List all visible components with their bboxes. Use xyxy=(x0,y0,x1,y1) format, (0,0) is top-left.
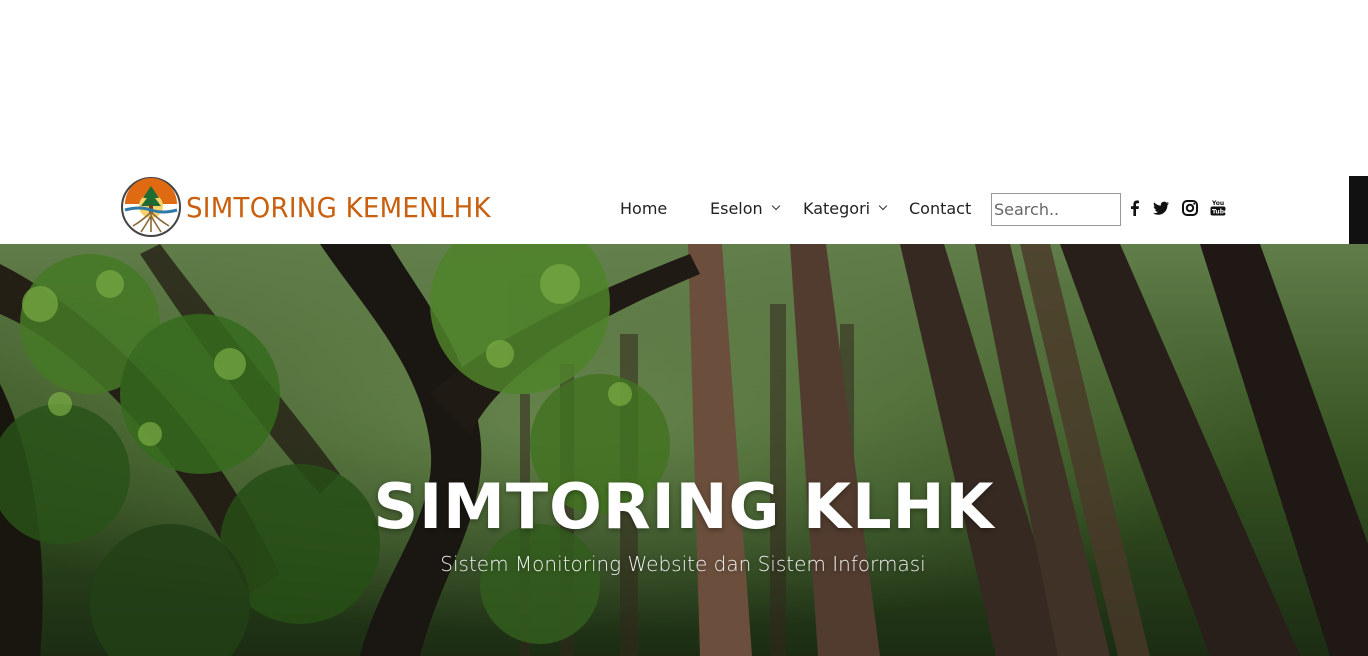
youtube-icon[interactable]: You Tube xyxy=(1209,199,1227,217)
hero-subtitle: Sistem Monitoring Website dan Sistem Inf… xyxy=(440,552,926,576)
hero-title: SIMTORING KLHK xyxy=(373,470,995,543)
facebook-icon[interactable] xyxy=(1126,199,1144,217)
nav-eselon[interactable]: Eselon xyxy=(710,199,780,218)
chevron-down-icon xyxy=(771,201,780,211)
forest-background-image xyxy=(0,244,1368,656)
svg-text:You: You xyxy=(1211,200,1224,207)
hero-banner: SIMTORING KLHK Sistem Monitoring Website… xyxy=(0,244,1368,656)
nav-home-label: Home xyxy=(620,199,668,218)
nav-home[interactable]: Home xyxy=(620,199,667,218)
main-nav: Home Eselon Kategori Contact You Tube xyxy=(0,176,1349,242)
top-blank-area xyxy=(0,0,1368,176)
site-header: SIMTORING KEMENLHK Home Eselon Kategori … xyxy=(0,176,1349,244)
nav-eselon-label: Eselon xyxy=(710,199,763,218)
search-input[interactable] xyxy=(991,193,1121,226)
svg-text:Tube: Tube xyxy=(1212,209,1227,216)
nav-kategori-label: Kategori xyxy=(803,199,871,218)
page-edge-strip xyxy=(1349,176,1368,244)
nav-contact[interactable]: Contact xyxy=(909,199,971,218)
nav-contact-label: Contact xyxy=(909,199,972,218)
nav-kategori[interactable]: Kategori xyxy=(803,199,888,218)
chevron-down-icon xyxy=(878,201,888,211)
twitter-icon[interactable] xyxy=(1152,199,1170,217)
instagram-icon[interactable] xyxy=(1181,199,1199,217)
